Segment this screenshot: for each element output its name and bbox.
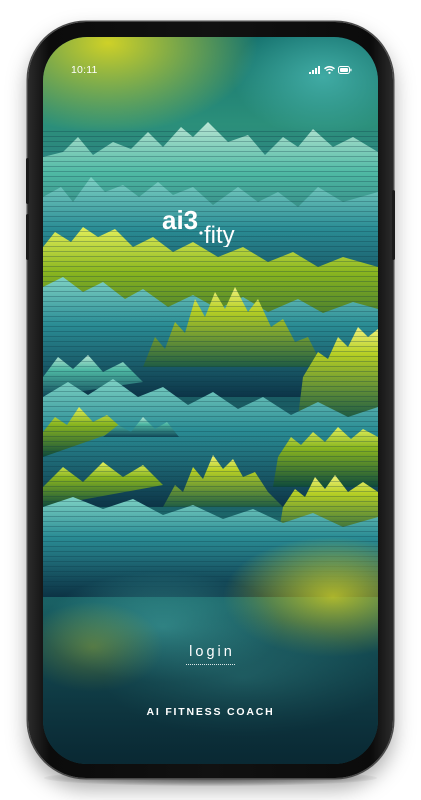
battery-icon xyxy=(338,66,352,74)
app-tagline: AI FITNESS COACH xyxy=(146,706,275,718)
status-time: 10:11 xyxy=(71,64,98,76)
volume-down-button xyxy=(26,214,29,260)
status-bar: 10:11 xyxy=(43,37,378,87)
device-mockup: 10:11 ai3 fity login AI FITNESS COACH xyxy=(0,0,421,800)
power-button xyxy=(392,190,395,260)
cellular-signal-icon xyxy=(309,66,321,74)
volume-up-button xyxy=(26,158,29,204)
login-label: login xyxy=(186,644,235,665)
app-logo: ai3 fity xyxy=(162,205,235,247)
status-icons xyxy=(309,66,352,74)
login-button[interactable]: login xyxy=(43,643,378,665)
wifi-icon xyxy=(324,66,335,74)
app-screen: 10:11 ai3 fity login AI FITNESS COACH xyxy=(43,37,378,764)
svg-text:fity: fity xyxy=(204,222,235,247)
svg-text:ai3: ai3 xyxy=(162,205,198,235)
